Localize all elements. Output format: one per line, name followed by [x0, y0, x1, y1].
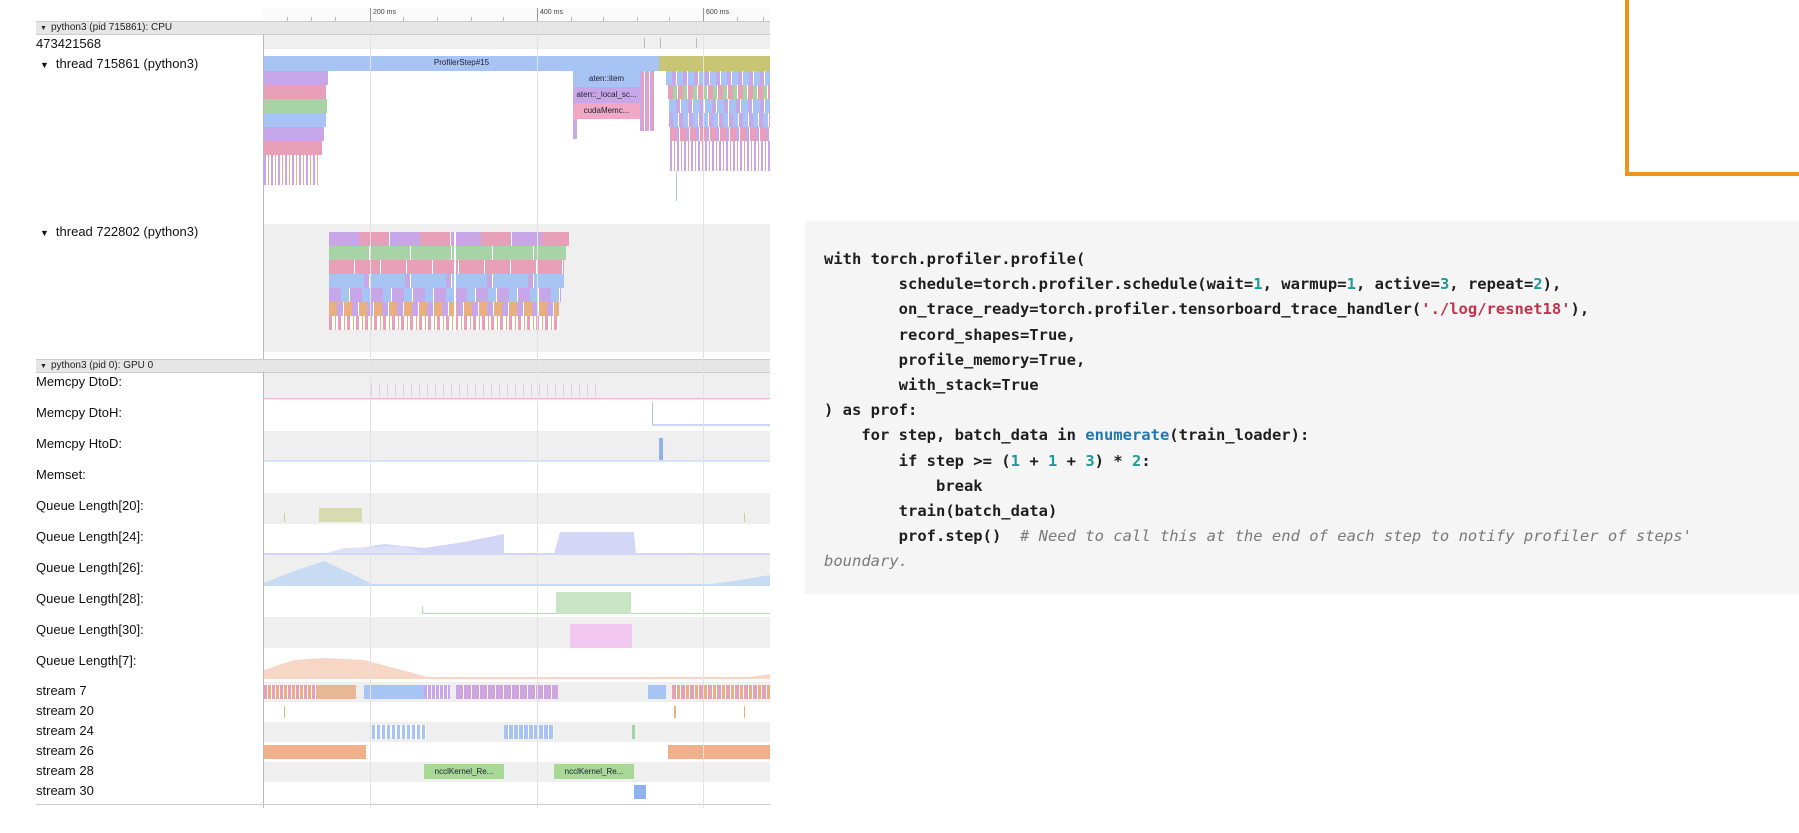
collapse-triangle-icon[interactable]: ▼ [40, 228, 49, 238]
code-line: for step, batch_data in enumerate(train_… [824, 426, 1310, 445]
track-label-queue-length-20: Queue Length[20]: [36, 498, 144, 513]
track-queue-length-28[interactable] [264, 586, 770, 617]
track-memcpy-dtod[interactable] [264, 373, 770, 400]
code-block: with torch.profiler.profile( schedule=to… [824, 247, 1692, 575]
code-line: record_shapes=True, [824, 325, 1076, 344]
counter-track[interactable] [264, 35, 770, 49]
stream-7-label: stream 7 [36, 683, 87, 698]
track-queue-length-26[interactable] [264, 555, 770, 586]
code-line: train(batch_data) [824, 502, 1058, 521]
stream-7-track[interactable] [264, 682, 770, 702]
track-label-queue-length-26: Queue Length[26]: [36, 560, 144, 575]
time-gridline [703, 22, 704, 808]
track-queue-length-7[interactable] [264, 648, 770, 679]
stream-26-track[interactable] [264, 742, 770, 762]
counter-value: 473421568 [36, 36, 102, 51]
slice-nccl-kernel[interactable]: ncclKernel_Re... [424, 767, 504, 776]
track-queue-length-24[interactable] [264, 524, 770, 555]
stream-24-track[interactable] [264, 722, 770, 742]
slice-aten-local-scalar[interactable]: aten::_local_sc... [573, 90, 640, 99]
code-line: on_trace_ready=torch.profiler.tensorboar… [824, 300, 1590, 319]
queue-length-7-area [264, 658, 770, 679]
track-label-queue-length-7: Queue Length[7]: [36, 653, 137, 668]
track-label-queue-length-30: Queue Length[30]: [36, 622, 144, 637]
slice-profiler-step[interactable]: ProfilerStep#15 [364, 58, 559, 67]
time-gridline [537, 22, 538, 808]
track-memcpy-htod[interactable] [264, 431, 770, 462]
track-label-memcpy-dtoh: Memcpy DtoH: [36, 405, 122, 420]
thread-715861-label[interactable]: ▼ thread 715861 (python3) [36, 56, 198, 71]
highlight-box [1625, 0, 1799, 176]
code-line: schedule=torch.profiler.schedule(wait=1,… [824, 275, 1562, 294]
collapse-triangle-icon[interactable]: ▼ [40, 60, 49, 70]
code-line: profile_memory=True, [824, 350, 1086, 369]
code-line: boundary. [824, 552, 908, 571]
track-queue-length-20[interactable] [264, 493, 770, 524]
ruler-tick: 600 ms [703, 8, 729, 21]
track-label-queue-length-28: Queue Length[28]: [36, 591, 144, 606]
stream-24-label: stream 24 [36, 723, 94, 738]
ruler-tick: 200 ms [370, 8, 396, 21]
stream-20-label: stream 20 [36, 703, 94, 718]
time-gridline [370, 22, 371, 808]
code-snippet-panel: with torch.profiler.profile( schedule=to… [805, 221, 1799, 594]
thread-715861-track[interactable]: ProfilerStep#15 aten::item aten::_local_… [264, 56, 770, 224]
track-memset[interactable] [264, 462, 770, 493]
collapse-triangle-icon[interactable]: ▼ [40, 23, 47, 35]
code-line: with_stack=True [824, 376, 1039, 395]
thread-722802-track[interactable] [264, 224, 770, 352]
stream-20-track[interactable] [264, 702, 770, 722]
track-memcpy-dtoh[interactable] [264, 400, 770, 431]
stream-28-track[interactable]: ncclKernel_Re... ncclKernel_Re... [264, 762, 770, 782]
code-line: if step >= (1 + 1 + 3) * 2: [824, 451, 1151, 470]
stream-28-label: stream 28 [36, 763, 94, 778]
code-line: with torch.profiler.profile( [824, 250, 1086, 268]
track-label-memcpy-htod: Memcpy HtoD: [36, 436, 122, 451]
track-label-memcpy-dtod: Memcpy DtoD: [36, 374, 122, 389]
queue-length-24-area [264, 532, 770, 555]
time-ruler[interactable]: 200 ms 400 ms 600 ms [263, 8, 770, 22]
cpu-process-header[interactable]: ▼ python3 (pid 715861): CPU [36, 21, 770, 35]
stream-30-label: stream 30 [36, 783, 94, 798]
track-label-queue-length-24: Queue Length[24]: [36, 529, 144, 544]
slice-aten-item[interactable]: aten::item [573, 74, 640, 83]
code-line: break [824, 476, 983, 495]
trace-viewer[interactable]: 200 ms 400 ms 600 ms ▼ python3 (pid 71586… [36, 8, 770, 808]
collapse-triangle-icon[interactable]: ▼ [40, 361, 47, 373]
ruler-tick: 400 ms [537, 8, 563, 21]
slice-cuda-memcpy[interactable]: cudaMemc... [573, 106, 640, 115]
track-label-memset: Memset: [36, 467, 86, 482]
gpu-process-header[interactable]: ▼ python3 (pid 0): GPU 0 [36, 359, 770, 373]
stream-30-track[interactable] [264, 782, 770, 802]
code-line: prof.step() # Need to call this at the e… [824, 527, 1692, 546]
code-line: ) as prof: [824, 401, 918, 420]
track-queue-length-30[interactable] [264, 617, 770, 648]
thread-722802-label[interactable]: ▼ thread 722802 (python3) [36, 224, 198, 239]
slice-nccl-kernel[interactable]: ncclKernel_Re... [554, 767, 634, 776]
stream-26-label: stream 26 [36, 743, 94, 758]
queue-length-26-area [264, 561, 770, 586]
